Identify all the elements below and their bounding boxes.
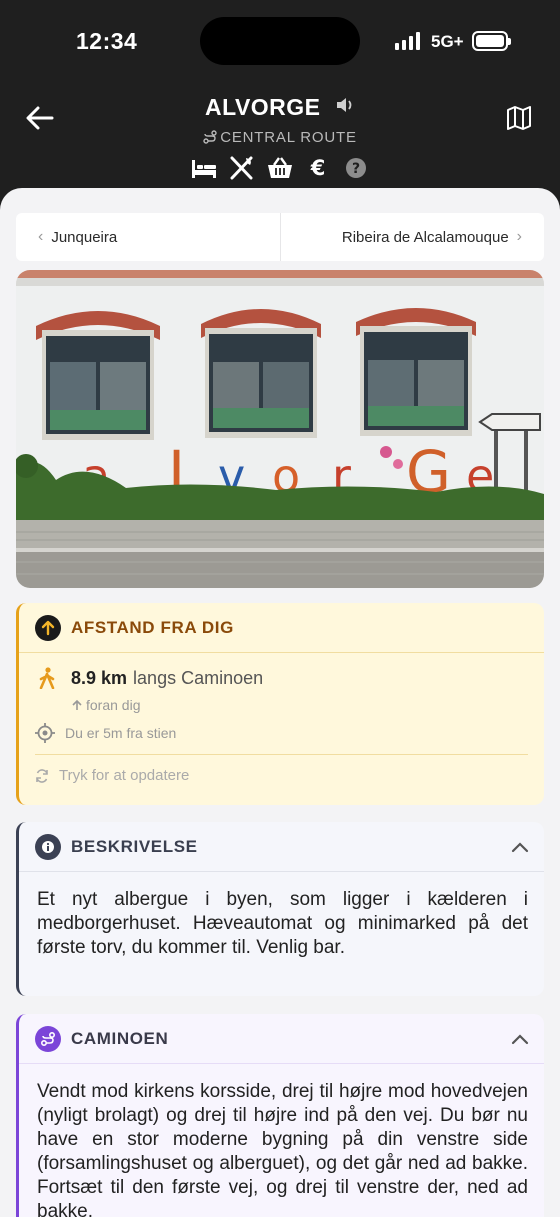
- chevron-up-icon[interactable]: [510, 1033, 530, 1045]
- refresh-label: Tryk for at opdatere: [59, 767, 190, 784]
- distance-value: 8.9 km: [71, 667, 128, 688]
- chevron-left-icon: ‹: [38, 228, 44, 245]
- battery-icon: [472, 31, 511, 51]
- network-label: 5G+: [431, 32, 464, 51]
- chevron-up-icon[interactable]: [510, 841, 530, 853]
- description-card: BESKRIVELSE Et nyt albergue i byen, som …: [16, 822, 544, 996]
- euro-icon[interactable]: €: [305, 156, 331, 180]
- description-title: BESKRIVELSE: [71, 836, 198, 856]
- map-button[interactable]: [506, 106, 532, 130]
- direction-label: foran dig: [71, 697, 528, 713]
- info-icon: [35, 833, 61, 860]
- next-stage-button[interactable]: Ribeira de Alcalamouque ›: [281, 213, 545, 261]
- bed-icon[interactable]: [191, 156, 217, 180]
- arrow-up-icon: [35, 614, 61, 641]
- description-text: Et nyt albergue i byen, som ligger i kæl…: [37, 889, 528, 958]
- direction-text: foran dig: [86, 697, 141, 713]
- distance-card[interactable]: AFSTAND FRA DIG 8.9 km langs Caminoen fo…: [16, 603, 544, 805]
- fork-knife-icon[interactable]: [229, 156, 255, 180]
- previous-stage-label: Junqueira: [51, 228, 118, 246]
- route-label: CENTRAL ROUTE: [0, 129, 560, 146]
- stage-header: ALVORGE CENTRAL ROUTE € ?: [0, 84, 560, 188]
- dynamic-island: [200, 17, 360, 65]
- refresh-icon: [36, 768, 48, 783]
- town-photo[interactable]: a L v o r G e: [16, 270, 544, 588]
- description-header[interactable]: BESKRIVELSE: [19, 822, 544, 872]
- camino-header[interactable]: CAMINOEN: [19, 1014, 544, 1064]
- refresh-button[interactable]: Tryk for at opdatere: [35, 767, 528, 784]
- status-bar: 12:34 5G+: [0, 0, 560, 84]
- distance-title: AFSTAND FRA DIG: [71, 617, 234, 637]
- content-sheet: ‹ Junqueira Ribeira de Alcalamouque › L …: [0, 188, 560, 1217]
- svg-text:?: ?: [352, 161, 360, 177]
- distance-along-label: langs Caminoen: [133, 667, 264, 688]
- previous-stage-button[interactable]: ‹ Junqueira: [16, 213, 281, 261]
- amenity-icons: € ?: [0, 156, 560, 180]
- route-name: CENTRAL ROUTE: [220, 129, 357, 146]
- chevron-right-icon: ›: [516, 228, 522, 245]
- route-icon: [35, 1025, 61, 1052]
- map-icon: [507, 106, 531, 130]
- page-title: ALVORGE: [205, 94, 321, 120]
- walker-icon: [39, 667, 55, 689]
- signal-icon: [395, 32, 420, 50]
- basket-icon[interactable]: [267, 156, 293, 180]
- next-stage-label: Ribeira de Alcalamouque: [341, 228, 509, 246]
- route-icon: [203, 130, 217, 144]
- camino-title: CAMINOEN: [71, 1028, 169, 1048]
- speaker-icon[interactable]: [335, 97, 355, 118]
- stage-navigation: ‹ Junqueira Ribeira de Alcalamouque ›: [16, 213, 544, 261]
- camino-card: CAMINOEN Vendt mod kirkens korsside, dre…: [16, 1014, 544, 1217]
- small-arrow-up-icon: [72, 699, 82, 710]
- crosshair-icon: [35, 723, 55, 743]
- svg-text:€: €: [310, 156, 326, 180]
- camino-text: Vendt mod kirkens korsside, drej til høj…: [37, 1081, 528, 1217]
- question-icon[interactable]: ?: [343, 156, 369, 180]
- divider: [35, 754, 528, 755]
- offset-label: Du er 5m fra stien: [65, 725, 177, 741]
- status-time: 12:34: [76, 28, 138, 54]
